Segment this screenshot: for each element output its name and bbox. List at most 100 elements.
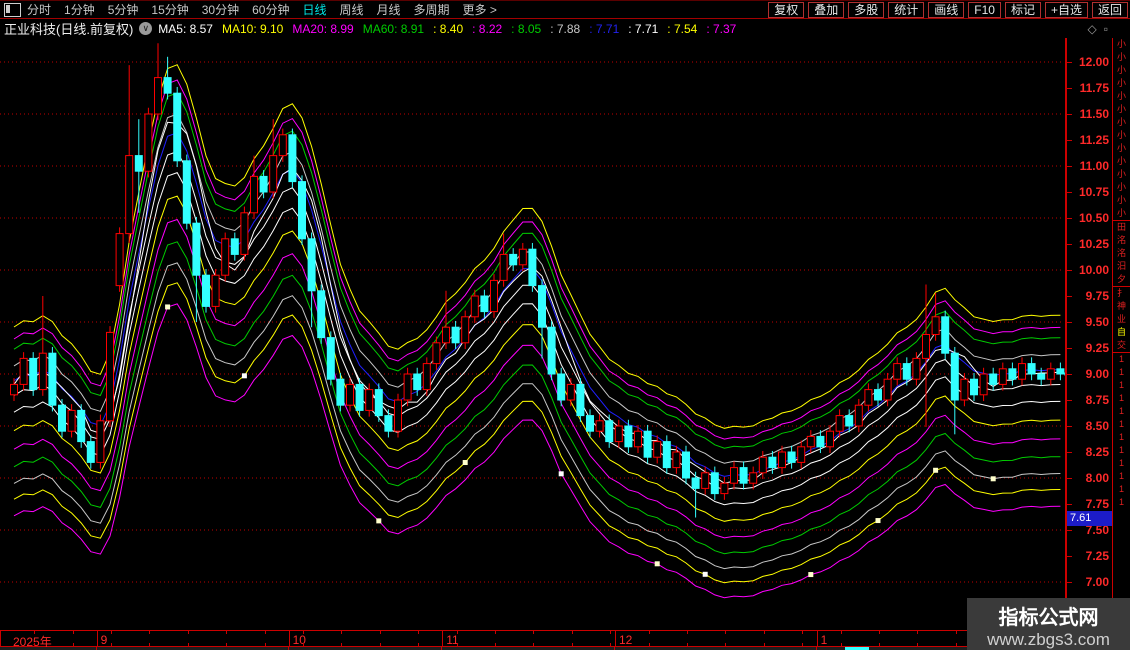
candle-down (1057, 369, 1064, 374)
price-tick-label: 10.50 (1079, 211, 1109, 225)
time-minor-tick (73, 643, 74, 646)
f10-button[interactable]: F10 (968, 2, 1001, 18)
time-minor-tick (380, 631, 381, 634)
price-tick (1067, 218, 1072, 219)
candle-up (654, 442, 661, 458)
candle-down (587, 416, 594, 432)
time-minor-tick (149, 643, 150, 646)
time-minor-tick (495, 643, 496, 646)
candle-down (942, 317, 949, 353)
chart-header: 正业科技(日线.前复权) ∨ MA5: 8.57MA10: 9.10MA20: … (0, 19, 1130, 38)
candle-up (116, 234, 123, 286)
band-line-7 (14, 196, 1060, 521)
period-menu: 分时 1分钟 5分钟 15分钟 30分钟 60分钟日线周线月线多周期更多 > (27, 1, 510, 18)
period-toolbar: 分时 1分钟 5分钟 15分钟 30分钟 60分钟日线周线月线多周期更多 > 复权叠加多股… (0, 0, 1130, 19)
time-minor-tick (34, 631, 35, 634)
candle-up (251, 176, 258, 212)
band-line-6 (14, 173, 1060, 505)
adjust-button[interactable]: 复权 (768, 2, 804, 18)
period-tab-10[interactable]: 更多 > (463, 1, 497, 18)
panel-toggle-icon[interactable] (4, 3, 21, 17)
side-panel-fragment: 小 (1113, 207, 1130, 220)
candle-down (481, 296, 488, 312)
stats-button[interactable]: 统计 (888, 2, 924, 18)
candle-up (68, 410, 75, 431)
price-tick-label: 7.75 (1086, 497, 1109, 511)
period-tab-3[interactable]: 15分钟 (151, 1, 188, 18)
candle-down (337, 379, 344, 405)
time-minor-tick (495, 631, 496, 634)
candle-down (817, 436, 824, 446)
time-minor-tick (341, 643, 342, 646)
candle-up (635, 431, 642, 447)
draw-line-button[interactable]: 画线 (928, 2, 964, 18)
stock-title: 正业科技(日线.前复权) (4, 19, 133, 38)
watermark: 指标公式网 www.zbgs3.com (967, 598, 1130, 650)
line-marker (933, 468, 938, 473)
period-tab-9[interactable]: 多周期 (414, 1, 450, 18)
month-label: 9 (101, 633, 108, 647)
period-tab-5[interactable]: 60分钟 (252, 1, 289, 18)
period-tab-6[interactable]: 日线 (302, 1, 326, 18)
add-watchlist-button[interactable]: +自选 (1045, 2, 1088, 18)
multi-stock-button[interactable]: 多股 (848, 2, 884, 18)
time-minor-tick (341, 631, 342, 634)
candle-down (174, 93, 181, 161)
side-panel-fragment: 小 (1113, 77, 1130, 90)
side-panel-fragment: 1 (1113, 496, 1130, 509)
price-tick-label: 9.50 (1086, 315, 1109, 329)
time-minor-tick (380, 643, 381, 646)
candle-up (759, 457, 766, 473)
candle-down (577, 384, 584, 415)
period-tab-4[interactable]: 30分钟 (202, 1, 239, 18)
candle-down (375, 390, 382, 416)
time-minor-tick (533, 643, 534, 646)
time-minor-tick (764, 631, 765, 634)
candle-down (548, 327, 555, 374)
month-label: 12 (619, 633, 632, 647)
candle-down (740, 468, 747, 484)
line-marker (242, 373, 247, 378)
side-panel-fragment: 1 (1113, 366, 1130, 379)
candle-down (289, 135, 296, 182)
ma-value-1: MA10: 9.10 (222, 22, 283, 36)
diamond-icon[interactable]: ◇ (1088, 22, 1097, 36)
candle-down (644, 431, 651, 457)
side-panel-fragment: 小 (1113, 142, 1130, 155)
month-separator (97, 631, 98, 646)
price-tick-label: 12.00 (1079, 55, 1109, 69)
side-panel-fragment: 小 (1113, 90, 1130, 103)
candle-up (1047, 369, 1054, 379)
period-tab-8[interactable]: 月线 (377, 1, 401, 18)
time-minor-tick (265, 631, 266, 634)
period-tab-1[interactable]: 1分钟 (64, 1, 95, 18)
candle-up (596, 421, 603, 431)
candle-up (519, 249, 526, 265)
time-minor-tick (457, 631, 458, 634)
side-panel-fragment: 小 (1113, 103, 1130, 116)
side-panel-fragment: 自 (1113, 326, 1130, 339)
time-minor-tick (265, 643, 266, 646)
candlestick-chart[interactable] (0, 38, 1065, 630)
candle-up (462, 317, 469, 343)
candle-up (11, 384, 18, 394)
price-tick (1067, 556, 1072, 557)
time-minor-tick (687, 643, 688, 646)
line-marker (703, 572, 708, 577)
mini-window-icon[interactable]: ▫ (1104, 22, 1108, 36)
back-button[interactable]: 返回 (1092, 2, 1128, 18)
candle-up (97, 421, 104, 463)
ma-value-0: MA5: 8.57 (158, 22, 213, 36)
candle-down (231, 239, 238, 255)
price-axis: 12.0011.7511.5011.2511.0010.7510.5010.25… (1065, 38, 1112, 647)
period-tab-0[interactable]: 分时 (27, 1, 51, 18)
mark-button[interactable]: 标记 (1005, 2, 1041, 18)
time-minor-tick (841, 643, 842, 646)
ma-value-8: : 7.71 (589, 22, 619, 36)
month-label: 1 (821, 633, 828, 647)
candle-down (625, 426, 632, 447)
period-tab-7[interactable]: 周线 (339, 1, 363, 18)
period-tab-2[interactable]: 5分钟 (108, 1, 139, 18)
chevron-down-icon[interactable]: ∨ (139, 22, 152, 35)
overlay-button[interactable]: 叠加 (808, 2, 844, 18)
